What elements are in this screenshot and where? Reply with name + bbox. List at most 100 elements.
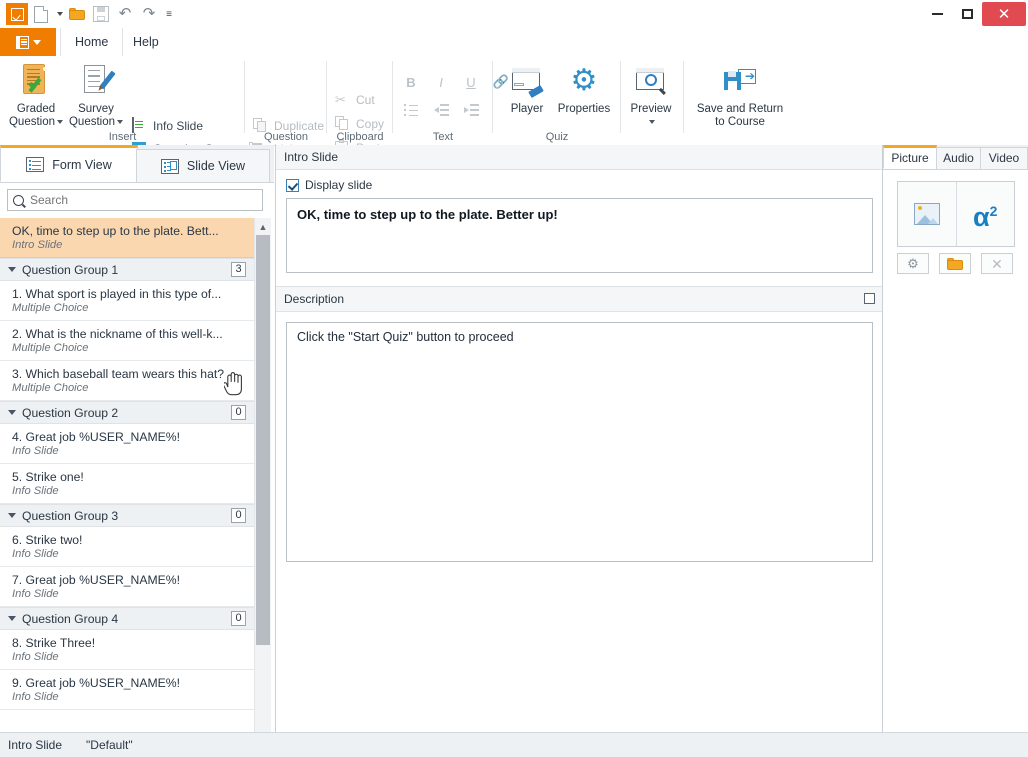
question-group-row[interactable]: Question Group 30: [0, 504, 254, 527]
survey-question-label-2: Question: [69, 116, 115, 128]
scroll-up-icon[interactable]: ▲: [255, 218, 271, 235]
open-button[interactable]: [66, 3, 88, 25]
slide-list-item[interactable]: 4. Great job %USER_NAME%!Info Slide: [0, 424, 254, 464]
slide-list-item[interactable]: 9. Great job %USER_NAME%!Info Slide: [0, 670, 254, 710]
save-and-return-label-1: Save and Return: [685, 103, 795, 116]
search-input[interactable]: [28, 192, 252, 208]
slide-list[interactable]: OK, time to step up to the plate. Bett..…: [0, 218, 254, 757]
close-button[interactable]: ✕: [982, 2, 1026, 26]
media-remove-button[interactable]: ✕: [981, 253, 1013, 274]
slide-section-header: Intro Slide: [276, 145, 883, 170]
description-input[interactable]: Click the "Start Quiz" button to proceed: [286, 322, 873, 562]
slide-item-type: Info Slide: [12, 548, 244, 560]
save-and-return-button[interactable]: ➔ Save and Return to Course: [685, 61, 795, 129]
slide-title-text: OK, time to step up to the plate. Better…: [297, 207, 558, 222]
media-settings-button[interactable]: ⚙: [897, 253, 929, 274]
slide-item-title: 4. Great job %USER_NAME%!: [12, 430, 244, 444]
insert-equation-button[interactable]: α2: [956, 182, 1015, 246]
increase-indent-icon[interactable]: [461, 100, 481, 120]
slide-list-item[interactable]: 8. Strike Three!Info Slide: [0, 630, 254, 670]
copy-icon: [335, 116, 351, 132]
insert-picture-button[interactable]: [898, 182, 956, 246]
collapse-triangle-icon[interactable]: [8, 410, 16, 415]
new-button[interactable]: [30, 3, 52, 25]
slide-list-item[interactable]: 6. Strike two!Info Slide: [0, 527, 254, 567]
expand-icon[interactable]: [864, 293, 875, 304]
slides-panel: Form View Slide View OK, time to step up…: [0, 145, 274, 733]
tab-home[interactable]: Home: [60, 28, 123, 57]
collapse-triangle-icon[interactable]: [8, 267, 16, 272]
slide-list-scrollbar[interactable]: ▲ ▼: [254, 218, 271, 757]
slide-view-label: Slide View: [187, 159, 245, 173]
menu-icon: [16, 36, 29, 49]
scissors-icon: ✂: [335, 92, 351, 108]
title-bar: ↶ ↷ ≡ ✕: [0, 0, 1028, 28]
graded-question-button[interactable]: Graded Question: [5, 61, 67, 129]
maximize-button[interactable]: [952, 2, 982, 26]
tab-picture[interactable]: Picture: [883, 145, 937, 169]
scrollbar-thumb[interactable]: [256, 235, 270, 645]
graded-question-label-1: Graded: [5, 103, 67, 116]
slide-list-item-selected[interactable]: OK, time to step up to the plate. Bett..…: [0, 218, 254, 258]
slide-item-title: 2. What is the nickname of this well-k..…: [12, 327, 244, 341]
chevron-down-icon: [33, 40, 41, 45]
collapse-triangle-icon[interactable]: [8, 513, 16, 518]
bold-button[interactable]: B: [401, 72, 421, 92]
survey-question-button[interactable]: Survey Question: [65, 61, 127, 129]
app-icon[interactable]: [6, 3, 28, 25]
slide-item-title: 3. Which baseball team wears this hat?: [12, 367, 244, 381]
underline-button[interactable]: U: [461, 72, 481, 92]
slide-list-item[interactable]: 2. What is the nickname of this well-k..…: [0, 321, 254, 361]
question-group-count: 0: [231, 508, 246, 523]
italic-button[interactable]: I: [431, 72, 451, 92]
media-browse-button[interactable]: [939, 253, 971, 274]
ribbon-group-clipboard: ✂ Cut Copy Paste Clipboard: [327, 56, 393, 145]
slide-list-item[interactable]: 7. Great job %USER_NAME%!Info Slide: [0, 567, 254, 607]
group-label-quiz: Quiz: [493, 131, 621, 143]
question-group-row[interactable]: Question Group 40: [0, 607, 254, 630]
chevron-down-icon[interactable]: [57, 120, 63, 124]
cut-label: Cut: [356, 93, 375, 107]
player-button[interactable]: Player: [501, 61, 553, 116]
media-panel: Picture Audio Video α2 ⚙ ✕: [882, 145, 1028, 733]
new-dropdown-icon[interactable]: [54, 3, 64, 25]
cut-button[interactable]: ✂ Cut: [335, 90, 375, 110]
slide-list-item[interactable]: 3. Which baseball team wears this hat?Mu…: [0, 361, 254, 401]
slide-item-title: 6. Strike two!: [12, 533, 244, 547]
slide-item-title: 8. Strike Three!: [12, 636, 244, 650]
question-group-row[interactable]: Question Group 13: [0, 258, 254, 281]
redo-button[interactable]: ↷: [138, 3, 160, 25]
file-menu-button[interactable]: [0, 28, 56, 56]
tab-form-view[interactable]: Form View: [0, 145, 138, 182]
tab-help[interactable]: Help: [119, 28, 173, 56]
slide-item-title: OK, time to step up to the plate. Bett..…: [12, 224, 244, 238]
question-group-row[interactable]: Question Group 20: [0, 401, 254, 424]
slide-item-type: Info Slide: [12, 651, 244, 663]
preview-button[interactable]: Preview: [623, 61, 679, 129]
slide-list-item[interactable]: 1. What sport is played in this type of.…: [0, 281, 254, 321]
tab-slide-view[interactable]: Slide View: [136, 149, 270, 182]
display-slide-row[interactable]: Display slide: [276, 170, 883, 198]
display-slide-checkbox[interactable]: [286, 179, 299, 192]
gear-icon: ⚙: [907, 257, 919, 270]
media-tabs: Picture Audio Video: [883, 145, 1028, 170]
italic-label: I: [439, 75, 443, 90]
question-group-name: Question Group 3: [22, 509, 231, 523]
collapse-triangle-icon[interactable]: [8, 616, 16, 621]
slide-item-type: Info Slide: [12, 485, 244, 497]
properties-button[interactable]: ⚙ Properties: [551, 61, 617, 116]
chevron-down-icon[interactable]: [649, 120, 655, 124]
slide-title-input[interactable]: OK, time to step up to the plate. Better…: [286, 198, 873, 273]
tab-video[interactable]: Video: [980, 147, 1028, 169]
bullet-list-icon[interactable]: [401, 100, 421, 120]
decrease-indent-icon[interactable]: [431, 100, 451, 120]
save-button[interactable]: [90, 3, 112, 25]
minimize-button[interactable]: [922, 2, 952, 26]
chevron-down-icon[interactable]: [117, 120, 123, 124]
undo-button[interactable]: ↶: [114, 3, 136, 25]
customize-quick-access-icon[interactable]: ≡: [162, 3, 176, 25]
tab-audio[interactable]: Audio: [936, 147, 981, 169]
ribbon-group-insert: Graded Question Survey Question Info Sli…: [0, 56, 245, 145]
search-box[interactable]: [7, 189, 263, 211]
slide-list-item[interactable]: 5. Strike one!Info Slide: [0, 464, 254, 504]
